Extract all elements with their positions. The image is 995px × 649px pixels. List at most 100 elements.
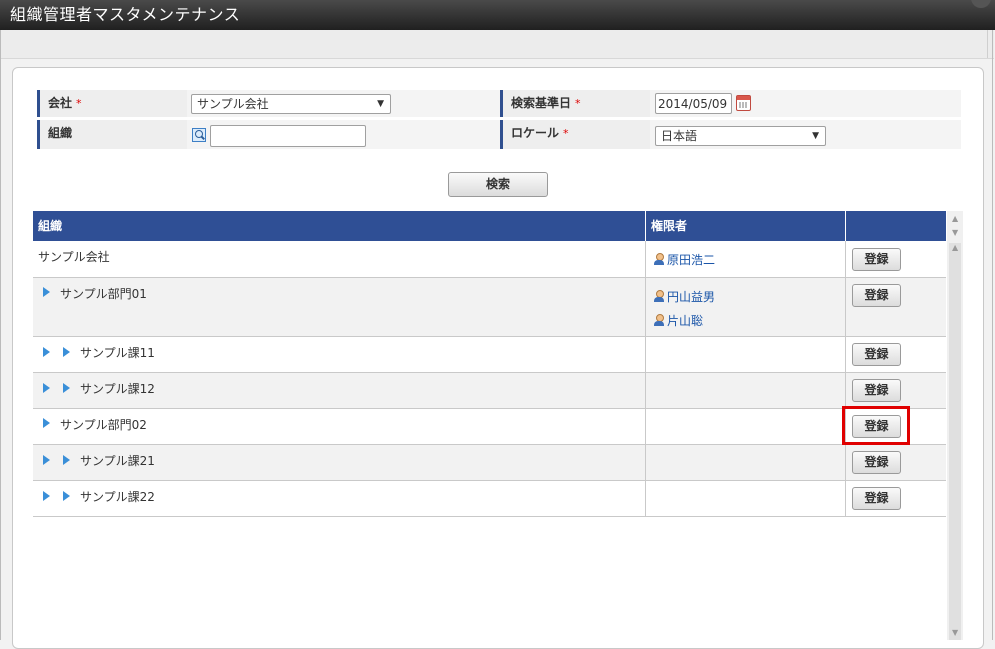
admins-cell — [646, 409, 846, 444]
locale-select[interactable]: 日本語 ▼ — [655, 126, 826, 146]
scroll-down-icon[interactable]: ▼ — [952, 628, 958, 637]
table-row: サンプル課12 登録 — [33, 373, 946, 409]
calendar-icon[interactable] — [736, 95, 751, 111]
organization-cell: サンプル課11 — [33, 337, 646, 372]
highlight-frame — [842, 406, 910, 445]
register-button[interactable]: 登録 — [852, 248, 901, 271]
admin-link[interactable]: 原田浩二 — [653, 251, 715, 268]
person-icon — [653, 313, 665, 327]
expand-arrow-icon[interactable] — [43, 491, 50, 501]
organization-input[interactable] — [210, 125, 366, 147]
organization-label-text: 組織 — [48, 126, 73, 140]
person-icon — [653, 289, 665, 303]
expand-arrow-icon[interactable] — [43, 383, 50, 393]
locale-label: ロケール * — [500, 120, 650, 149]
dropdown-arrow-icon: ▼ — [377, 99, 384, 109]
action-cell: 登録 — [842, 406, 946, 445]
organization-name: サンプル課21 — [80, 454, 155, 468]
expand-arrow-icon[interactable] — [43, 455, 50, 465]
admin-link[interactable]: 片山聡 — [653, 312, 703, 329]
admins-cell: 円山益男 片山聡 — [646, 278, 846, 336]
register-button[interactable]: 登録 — [852, 284, 901, 307]
organization-name: サンプル課22 — [80, 490, 155, 504]
action-cell: 登録 — [846, 481, 946, 516]
organization-cell: サンプル課22 — [33, 481, 646, 516]
page-title: 組織管理者マスタメンテナンス — [10, 5, 241, 24]
organization-cell: サンプル部門01 — [33, 278, 646, 336]
date-value-cell: 2014/05/09 — [650, 90, 961, 117]
organization-name: サンプル課12 — [80, 382, 155, 396]
date-input[interactable]: 2014/05/09 — [655, 93, 732, 114]
register-button[interactable]: 登録 — [852, 379, 901, 402]
table-row: サンプル課21 登録 — [33, 445, 946, 481]
organization-cell: サンプル課21 — [33, 445, 646, 480]
register-button[interactable]: 登録 — [852, 343, 901, 366]
action-cell: 登録 — [846, 373, 946, 408]
column-header-admins: 権限者 — [646, 211, 846, 241]
register-button[interactable]: 登録 — [852, 487, 901, 510]
admin-name: 円山益男 — [667, 290, 716, 304]
scroll-up-icon[interactable]: ▲ — [952, 243, 958, 252]
required-mark: * — [563, 127, 569, 140]
search-button[interactable]: 検索 — [448, 172, 548, 197]
admins-cell — [646, 373, 846, 408]
person-icon — [653, 252, 665, 266]
required-mark: * — [575, 97, 581, 110]
table-row: サンプル課11 登録 — [33, 337, 946, 373]
admins-cell: 原田浩二 — [646, 241, 846, 277]
table-row: サンプル課22 登録 — [33, 481, 946, 517]
organization-name: サンプル部門02 — [60, 418, 147, 432]
organization-name: サンプル課11 — [80, 346, 155, 360]
column-header-actions — [846, 211, 946, 241]
locale-select-value: 日本語 — [661, 129, 698, 143]
company-label-text: 会社 — [48, 96, 73, 110]
search-icon[interactable] — [192, 128, 206, 142]
table-header: 組織 権限者 — [33, 211, 946, 241]
organization-value-cell — [187, 120, 500, 149]
scrollbar-thumb[interactable] — [949, 243, 961, 640]
admins-cell — [646, 481, 846, 516]
organization-cell: サンプル会社 — [33, 241, 646, 277]
window-right-border — [992, 30, 993, 640]
action-cell: 登録 — [846, 445, 946, 480]
table-row: サンプル会社 原田浩二 登録 — [33, 241, 946, 278]
organization-cell: サンプル部門02 — [33, 409, 646, 444]
expand-arrow-icon[interactable] — [43, 287, 50, 297]
expand-arrow-icon[interactable] — [43, 418, 50, 428]
action-cell: 登録 — [846, 241, 946, 277]
window-corner-button[interactable] — [971, 0, 991, 8]
scroll-up-icon[interactable]: ▲ — [952, 214, 958, 223]
company-select-value: サンプル会社 — [197, 97, 269, 111]
admin-link[interactable]: 円山益男 — [653, 288, 715, 305]
window-left-border — [0, 30, 1, 640]
admin-name: 原田浩二 — [667, 253, 716, 267]
company-select[interactable]: サンプル会社 ▼ — [191, 94, 391, 114]
table-row: サンプル部門01 円山益男 片山聡 登録 — [33, 278, 946, 337]
scroll-down-icon[interactable]: ▼ — [952, 228, 958, 237]
organization-label: 組織 — [37, 120, 187, 149]
action-cell: 登録 — [846, 278, 946, 336]
required-mark: * — [76, 97, 82, 110]
expand-arrow-icon[interactable] — [63, 491, 70, 501]
admin-name: 片山聡 — [667, 314, 704, 328]
column-header-organization: 組織 — [33, 211, 646, 241]
organization-name: サンプル部門01 — [60, 287, 147, 301]
admins-cell — [646, 445, 846, 480]
date-label-text: 検索基準日 — [511, 96, 572, 110]
toolbar-divider — [987, 30, 988, 58]
locale-label-text: ロケール — [511, 126, 560, 140]
toolbar — [0, 30, 994, 59]
expand-arrow-icon[interactable] — [43, 347, 50, 357]
register-button[interactable]: 登録 — [852, 451, 901, 474]
action-cell: 登録 — [846, 337, 946, 372]
organization-name: サンプル会社 — [38, 250, 110, 264]
table-row: サンプル部門02 登録 — [33, 406, 946, 445]
dropdown-arrow-icon: ▼ — [812, 131, 819, 141]
locale-value-cell: 日本語 ▼ — [650, 120, 961, 149]
expand-arrow-icon[interactable] — [63, 383, 70, 393]
expand-arrow-icon[interactable] — [63, 347, 70, 357]
expand-arrow-icon[interactable] — [63, 455, 70, 465]
date-label: 検索基準日 * — [500, 90, 650, 117]
admins-cell — [646, 337, 846, 372]
company-value-cell: サンプル会社 ▼ — [187, 90, 500, 117]
